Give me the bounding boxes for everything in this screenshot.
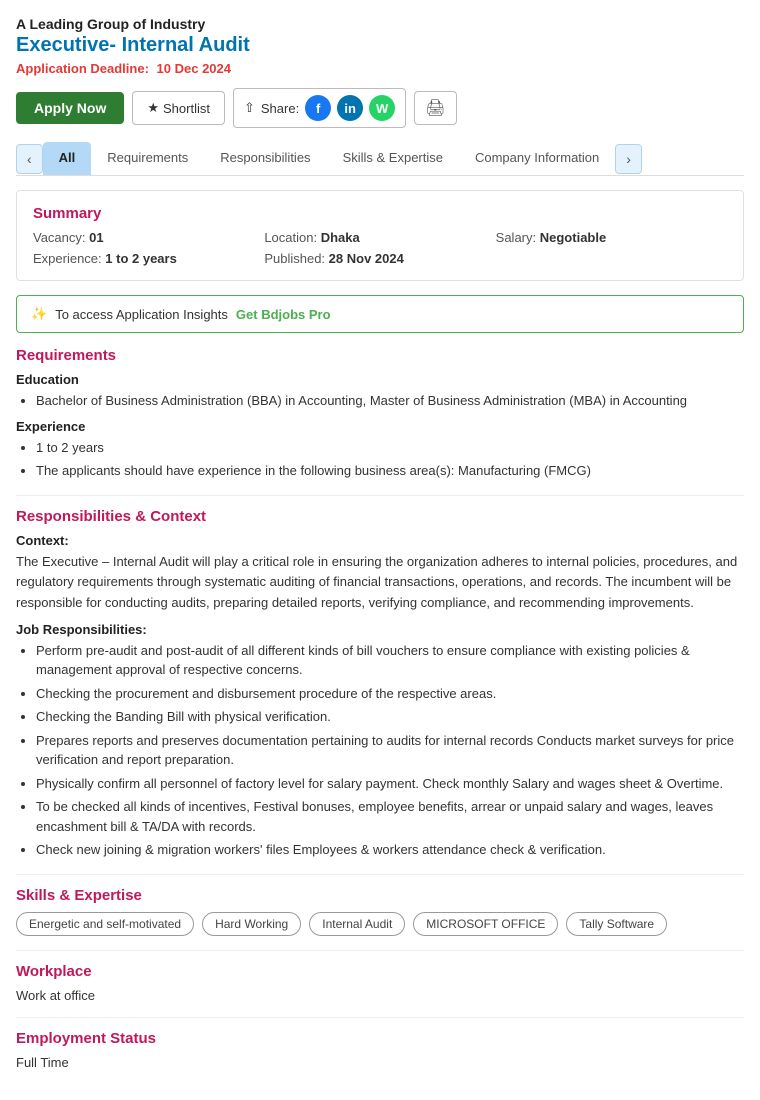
shortlist-label: Shortlist [163, 101, 210, 116]
list-item: Checking the Banding Bill with physical … [36, 707, 744, 727]
education-list: Bachelor of Business Administration (BBA… [16, 391, 744, 411]
list-item: To be checked all kinds of incentives, F… [36, 797, 744, 836]
list-item: 1 to 2 years [36, 438, 744, 458]
skill-tag[interactable]: MICROSOFT OFFICE [413, 912, 558, 936]
location-value: Dhaka [321, 230, 360, 245]
workplace-title: Workplace [16, 963, 744, 980]
list-item: Checking the procurement and disbursemen… [36, 684, 744, 704]
list-item: Bachelor of Business Administration (BBA… [36, 391, 744, 411]
published-label: Published: [264, 251, 325, 266]
star-icon: ★ [147, 100, 159, 116]
summary-title: Summary [33, 205, 727, 222]
share-icon: ⇧ [244, 100, 255, 116]
vacancy-field: Vacancy: 01 [33, 230, 264, 245]
requirements-section: Requirements Education Bachelor of Busin… [16, 347, 744, 481]
vacancy-value: 01 [89, 230, 103, 245]
job-responsibilities-heading: Job Responsibilities: [16, 622, 744, 637]
workplace-value: Work at office [16, 988, 744, 1003]
tab-responsibilities[interactable]: Responsibilities [204, 142, 326, 175]
apply-now-button[interactable]: Apply Now [16, 92, 124, 124]
location-field: Location: Dhaka [264, 230, 495, 245]
context-heading: Context: [16, 533, 744, 548]
context-text: The Executive – Internal Audit will play… [16, 552, 744, 614]
insights-banner: ✨ To access Application Insights Get Bdj… [16, 295, 744, 333]
location-label: Location: [264, 230, 317, 245]
page-wrapper: A Leading Group of Industry Executive- I… [0, 0, 760, 1100]
skill-tag[interactable]: Hard Working [202, 912, 301, 936]
list-item: Perform pre-audit and post-audit of all … [36, 641, 744, 680]
summary-grid: Vacancy: 01 Location: Dhaka Salary: Nego… [33, 230, 727, 266]
skills-section: Skills & Expertise Energetic and self-mo… [16, 887, 744, 936]
divider [16, 874, 744, 875]
skill-tag[interactable]: Tally Software [566, 912, 667, 936]
employment-section: Employment Status Full Time [16, 1030, 744, 1070]
facebook-icon[interactable]: f [305, 95, 331, 121]
responsibilities-title: Responsibilities & Context [16, 508, 744, 525]
published-field: Published: 28 Nov 2024 [264, 251, 495, 266]
whatsapp-icon[interactable]: W [369, 95, 395, 121]
share-group: ⇧ Share: f in W [233, 88, 406, 128]
divider [16, 1017, 744, 1018]
company-name: A Leading Group of Industry [16, 16, 744, 32]
tab-company-info[interactable]: Company Information [459, 142, 615, 175]
job-title: Executive- Internal Audit [16, 34, 744, 57]
deadline-label: Application Deadline: [16, 61, 149, 76]
employment-title: Employment Status [16, 1030, 744, 1047]
shortlist-button[interactable]: ★ Shortlist [132, 91, 225, 125]
tab-prev-arrow[interactable]: ‹ [16, 144, 43, 174]
divider [16, 495, 744, 496]
insights-sparkle-icon: ✨ [31, 306, 47, 322]
experience-list: 1 to 2 years The applicants should have … [16, 438, 744, 481]
skills-row: Energetic and self-motivated Hard Workin… [16, 912, 744, 936]
action-bar: Apply Now ★ Shortlist ⇧ Share: f in W 🖨 [16, 88, 744, 128]
application-deadline: Application Deadline: 10 Dec 2024 [16, 61, 744, 76]
job-responsibilities-list: Perform pre-audit and post-audit of all … [16, 641, 744, 860]
tab-skills[interactable]: Skills & Expertise [327, 142, 459, 175]
employment-value: Full Time [16, 1055, 744, 1070]
list-item: The applicants should have experience in… [36, 461, 744, 481]
summary-section: Summary Vacancy: 01 Location: Dhaka Sala… [16, 190, 744, 281]
responsibilities-section: Responsibilities & Context Context: The … [16, 508, 744, 860]
tabs-bar: ‹ All Requirements Responsibilities Skil… [16, 142, 744, 176]
skill-tag[interactable]: Internal Audit [309, 912, 405, 936]
insights-text: To access Application Insights [55, 307, 228, 322]
experience-heading: Experience [16, 419, 744, 434]
experience-field: Experience: 1 to 2 years [33, 251, 264, 266]
salary-field: Salary: Negotiable [496, 230, 727, 245]
published-value: 28 Nov 2024 [329, 251, 404, 266]
tab-next-arrow[interactable]: › [615, 144, 642, 174]
experience-label: Experience: [33, 251, 102, 266]
requirements-title: Requirements [16, 347, 744, 364]
salary-label: Salary: [496, 230, 536, 245]
vacancy-label: Vacancy: [33, 230, 86, 245]
tab-all[interactable]: All [43, 142, 92, 175]
salary-value: Negotiable [540, 230, 606, 245]
deadline-value: 10 Dec 2024 [157, 61, 231, 76]
list-item: Physically confirm all personnel of fact… [36, 774, 744, 794]
insights-link[interactable]: Get Bdjobs Pro [236, 307, 331, 322]
tab-requirements[interactable]: Requirements [91, 142, 204, 175]
education-heading: Education [16, 372, 744, 387]
share-label: Share: [261, 101, 299, 116]
list-item: Prepares reports and preserves documenta… [36, 731, 744, 770]
experience-value: 1 to 2 years [105, 251, 177, 266]
divider [16, 950, 744, 951]
print-button[interactable]: 🖨 [414, 91, 456, 125]
skill-tag[interactable]: Energetic and self-motivated [16, 912, 194, 936]
skills-title: Skills & Expertise [16, 887, 744, 904]
list-item: Check new joining & migration workers' f… [36, 840, 744, 860]
linkedin-icon[interactable]: in [337, 95, 363, 121]
workplace-section: Workplace Work at office [16, 963, 744, 1003]
